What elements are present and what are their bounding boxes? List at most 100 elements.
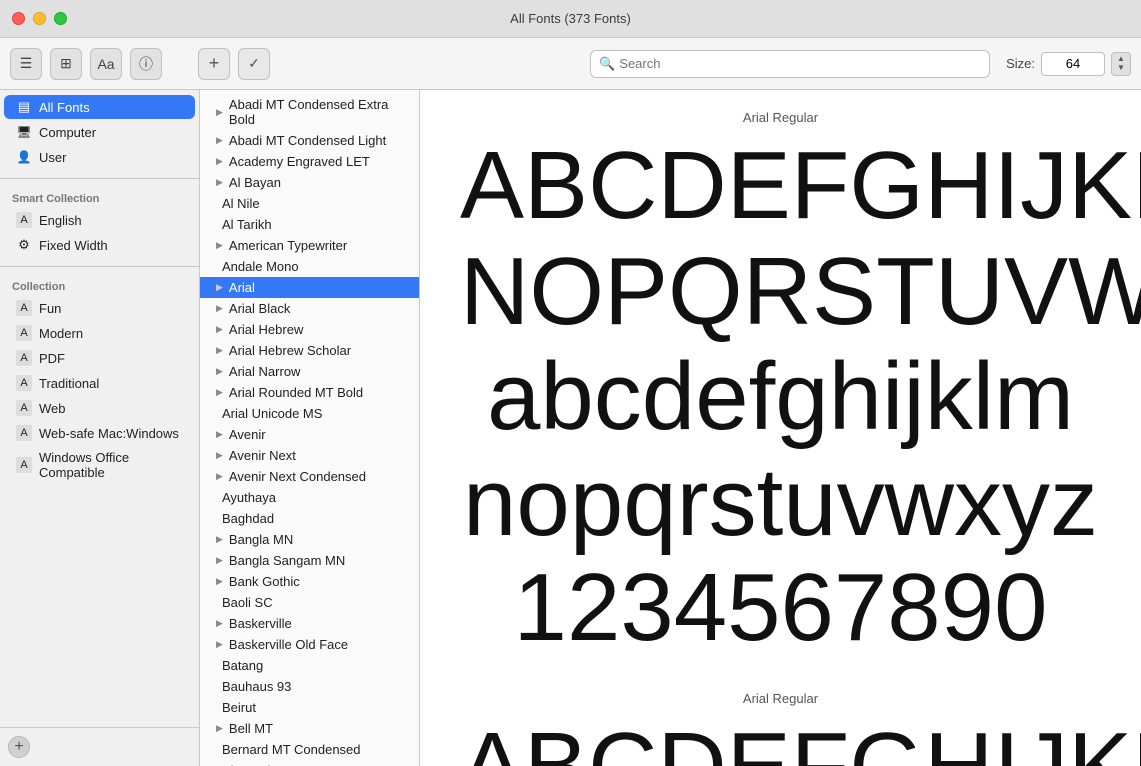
sidebar-footer: + [0,727,199,766]
font-name-label: Baoli SC [222,595,273,610]
font-list-item[interactable]: ▶Bangla Sangam MN [200,550,419,571]
font-list-item[interactable]: ▶Abadi MT Condensed Light [200,130,419,151]
expand-arrow-icon: ▶ [216,723,223,734]
sidebar-item-all-fonts[interactable]: ▤ All Fonts [4,95,195,119]
font-name-label: Arial Narrow [229,364,301,379]
font-list-item[interactable]: Big Caslon [200,760,419,766]
font-list-item[interactable]: Arial Unicode MS [200,403,419,424]
sidebar-item-windows-office[interactable]: A Windows Office Compatible [4,446,195,484]
font-list-item[interactable]: ▶Academy Engraved LET [200,151,419,172]
font-list-item[interactable]: Al Nile [200,193,419,214]
info-button[interactable]: ⓘ [130,48,162,80]
expand-arrow-icon: ▶ [216,387,223,398]
font-list-item[interactable]: Bauhaus 93 [200,676,419,697]
font-name-label: Avenir Next [229,448,296,463]
font-list-item[interactable]: ▶Abadi MT Condensed Extra Bold [200,94,419,130]
size-down-arrow[interactable]: ▼ [1117,64,1125,72]
close-button[interactable] [12,12,25,25]
font-list-item[interactable]: ▶Arial [200,277,419,298]
sidebar-item-fun[interactable]: A Fun [4,296,195,320]
sidebar-item-fixed-width[interactable]: ⚙ Fixed Width [4,233,195,257]
font-list[interactable]: ▶Abadi MT Condensed Extra Bold▶Abadi MT … [200,90,419,766]
expand-arrow-icon: ▶ [216,107,223,118]
preview-text-line: ABCDEFGHIJKLM [460,714,1101,766]
expand-arrow-icon: ▶ [216,240,223,251]
font-name-label: Arial Hebrew [229,322,303,337]
font-name-label: Arial Rounded MT Bold [229,385,363,400]
font-list-item[interactable]: ▶Arial Hebrew [200,319,419,340]
preview-text-line: nopqrstuvwxyz [460,450,1101,556]
font-list-item[interactable]: Ayuthaya [200,487,419,508]
font-list-item[interactable]: ▶Bank Gothic [200,571,419,592]
sidebar-item-label: PDF [39,351,65,366]
size-up-arrow[interactable]: ▲ [1117,55,1125,63]
expand-arrow-icon: ▶ [216,282,223,293]
search-box[interactable]: 🔍 [590,50,990,78]
font-list-item[interactable]: Andale Mono [200,256,419,277]
sidebar-item-computer[interactable]: 🖥 Computer [4,120,195,144]
font-list-item[interactable]: Batang [200,655,419,676]
app-container: ☰ ⊞ Aa ⓘ + ✓ 🔍 Size: [0,38,1141,766]
font-list-item[interactable]: ▶American Typewriter [200,235,419,256]
expand-arrow-icon: ▶ [216,471,223,482]
expand-arrow-icon: ▶ [216,576,223,587]
sidebar-item-modern[interactable]: A Modern [4,321,195,345]
size-stepper[interactable]: ▲ ▼ [1111,52,1131,76]
hamburger-icon: ☰ [20,55,33,72]
font-name-label: Bangla Sangam MN [229,553,345,568]
font-list-item[interactable]: Baoli SC [200,592,419,613]
maximize-button[interactable] [54,12,67,25]
font-list-panel: ▶Abadi MT Condensed Extra Bold▶Abadi MT … [200,90,420,766]
user-icon: 👤 [16,149,32,165]
modern-icon: A [16,325,32,341]
font-list-item[interactable]: ▶Al Bayan [200,172,419,193]
minimize-button[interactable] [33,12,46,25]
info-icon: ⓘ [139,54,153,74]
sidebar-item-label: Modern [39,326,83,341]
sidebar-item-web-safe[interactable]: A Web-safe Mac:Windows [4,421,195,445]
search-input[interactable] [619,56,981,71]
font-list-item[interactable]: ▶ Arial Rounded MT Bold [200,382,419,403]
font-list-item[interactable]: ▶Avenir [200,424,419,445]
hamburger-button[interactable]: ☰ [10,48,42,80]
font-list-item[interactable]: ▶Arial Hebrew Scholar [200,340,419,361]
font-list-item[interactable]: Bernard MT Condensed [200,739,419,760]
font-list-item[interactable]: ▶ Avenir Next [200,445,419,466]
sidebar-item-web[interactable]: A Web [4,396,195,420]
font-list-item[interactable]: ▶Arial Black [200,298,419,319]
add-collection-button[interactable]: + [8,736,30,758]
sidebar-system-section: ▤ All Fonts 🖥 Computer 👤 User [0,90,199,174]
sidebar-item-user[interactable]: 👤 User [4,145,195,169]
pdf-icon: A [16,350,32,366]
preview-block: Arial RegularABCDEFGHIJKLMNOPQRSTUVWXYZa… [460,691,1101,766]
preview-content[interactable]: Arial RegularABCDEFGHIJKLMNOPQRSTUVWXYZa… [420,90,1141,766]
expand-arrow-icon: ▶ [216,450,223,461]
sidebar-item-pdf[interactable]: A PDF [4,346,195,370]
font-list-item[interactable]: Al Tarikh [200,214,419,235]
preview-text-line: 1234567890 [460,555,1101,661]
sidebar-item-label: English [39,213,82,228]
font-preview-button[interactable]: Aa [90,48,122,80]
windows-office-icon: A [16,457,32,473]
sidebar: ▤ All Fonts 🖥 Computer 👤 User Smart Coll… [0,90,200,766]
sidebar-divider-1 [0,178,199,179]
font-list-item[interactable]: ▶Avenir Next Condensed [200,466,419,487]
font-list-item[interactable]: Baghdad [200,508,419,529]
sidebar-item-english[interactable]: A English [4,208,195,232]
font-list-item[interactable]: ▶Baskerville Old Face [200,634,419,655]
grid-button[interactable]: ⊞ [50,48,82,80]
sidebar-item-traditional[interactable]: A Traditional [4,371,195,395]
add-font-button[interactable]: + [198,48,230,80]
traditional-icon: A [16,375,32,391]
collection-header: Collection [0,275,199,295]
size-input[interactable] [1041,52,1105,76]
font-list-item[interactable]: ▶Arial Narrow [200,361,419,382]
font-name-label: Baghdad [222,511,274,526]
font-name-label: Arial Unicode MS [222,406,322,421]
check-button[interactable]: ✓ [238,48,270,80]
add-icon: + [14,739,23,755]
font-list-item[interactable]: ▶Baskerville [200,613,419,634]
font-list-item[interactable]: ▶Bell MT [200,718,419,739]
font-list-item[interactable]: Beirut [200,697,419,718]
font-list-item[interactable]: ▶Bangla MN [200,529,419,550]
